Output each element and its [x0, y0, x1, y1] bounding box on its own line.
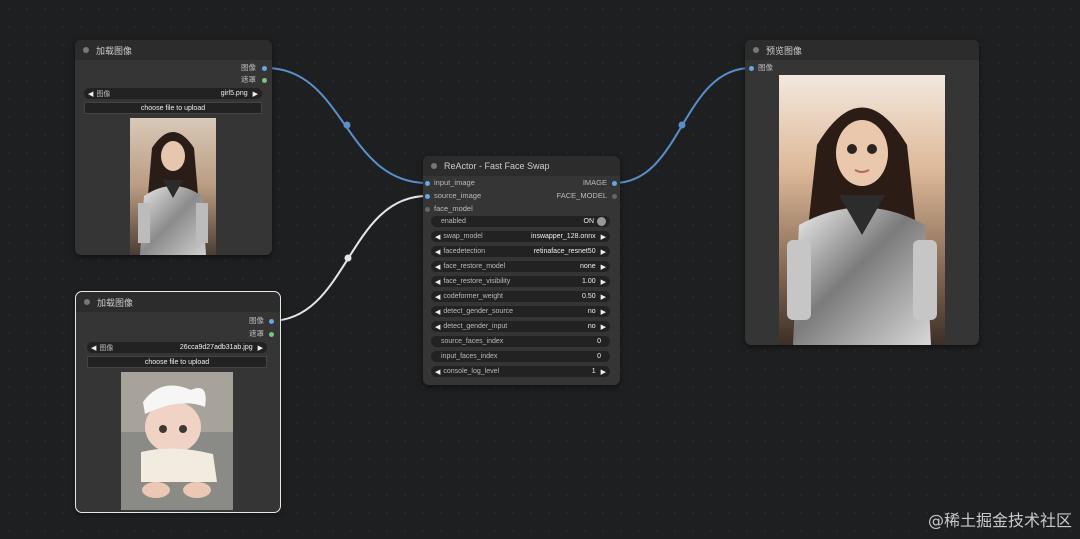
output-image-port-icon[interactable] — [269, 318, 274, 324]
output-mask-port-icon[interactable] — [269, 331, 274, 337]
arrow-left-icon[interactable]: ◀ — [435, 368, 440, 376]
node-title-bar[interactable]: 加载图像 — [76, 292, 280, 312]
output-image-slot[interactable]: IMAGE — [583, 177, 607, 189]
face-swapped-image — [779, 75, 945, 345]
arrow-right-icon[interactable]: ▶ — [601, 308, 606, 316]
arrow-right-icon[interactable]: ▶ — [601, 293, 606, 301]
input-image-port-icon[interactable] — [749, 65, 754, 71]
image-preview — [121, 372, 233, 510]
preview-output-image — [779, 75, 945, 345]
preview-image-node[interactable]: 预览图像 图像 — [745, 40, 979, 345]
wire-midpoint[interactable] — [344, 254, 352, 262]
source-image-slot[interactable]: source_image — [434, 190, 481, 202]
node-title-bar[interactable]: ReActor - Fast Face Swap — [423, 156, 620, 176]
input-faces-index-field[interactable]: input_faces_index 0 — [431, 351, 610, 362]
source-image-port-icon[interactable] — [425, 193, 430, 199]
enabled-toggle[interactable]: enabled ON — [431, 216, 610, 227]
reactor-node[interactable]: ReActor - Fast Face Swap input_image sou… — [423, 156, 620, 385]
arrow-right-icon[interactable]: ▶ — [601, 368, 606, 376]
node-title: 加载图像 — [96, 45, 133, 56]
output-mask-port-icon[interactable] — [262, 77, 267, 83]
face-restore-visibility-slider[interactable]: ◀ face_restore_visibility 1.00 ▶ — [431, 276, 610, 287]
detect-gender-input-combo[interactable]: ◀ detect_gender_input no ▶ — [431, 321, 610, 332]
wire-midpoint[interactable] — [678, 121, 686, 129]
choose-file-button[interactable]: choose file to upload — [84, 102, 262, 114]
input-image-port-icon[interactable] — [425, 180, 430, 186]
arrow-right-icon[interactable]: ▶ — [601, 323, 606, 331]
arrow-right-icon[interactable]: ▶ — [601, 278, 606, 286]
facedetection-combo[interactable]: ◀ facedetection retinaface_resnet50 ▶ — [431, 246, 610, 257]
face-restore-model-combo[interactable]: ◀ face_restore_model none ▶ — [431, 261, 610, 272]
node-title: ReActor - Fast Face Swap — [444, 161, 550, 171]
node-title-bar[interactable]: 预览图像 — [745, 40, 979, 60]
face-model-port-icon[interactable] — [425, 206, 430, 212]
arrow-left-icon[interactable]: ◀ — [88, 90, 93, 98]
watermark: @稀土掘金技术社区 — [927, 511, 1072, 530]
input-image-slot[interactable]: 图像 — [758, 62, 773, 74]
collapse-dot-icon[interactable] — [431, 163, 437, 169]
arrow-right-icon[interactable]: ▶ — [601, 263, 606, 271]
choose-file-button[interactable]: choose file to upload — [87, 356, 267, 368]
output-face-model-port-icon[interactable] — [612, 193, 617, 199]
image-select-combo[interactable]: ◀ 图像 girl5.png ▶ — [84, 88, 262, 99]
source-faces-index-field[interactable]: source_faces_index 0 — [431, 336, 610, 347]
output-image-port-icon[interactable] — [262, 65, 267, 71]
arrow-left-icon[interactable]: ◀ — [435, 278, 440, 286]
arrow-right-icon[interactable]: ▶ — [258, 344, 263, 352]
arrow-left-icon[interactable]: ◀ — [435, 308, 440, 316]
arrow-right-icon[interactable]: ▶ — [601, 248, 606, 256]
swap-model-combo[interactable]: ◀ swap_model inswapper_128.onnx ▶ — [431, 231, 610, 242]
toggle-knob-icon[interactable] — [597, 217, 606, 226]
load-image-node-1[interactable]: 加载图像 图像 遮罩 ◀ 图像 girl5.png ▶ choose file … — [75, 40, 272, 255]
arrow-left-icon[interactable]: ◀ — [91, 344, 96, 352]
arrow-left-icon[interactable]: ◀ — [435, 293, 440, 301]
collapse-dot-icon[interactable] — [84, 299, 90, 305]
arrow-right-icon[interactable]: ▶ — [253, 90, 258, 98]
image-select-combo[interactable]: ◀ 图像 26cca9d27adb31ab.jpg ▶ — [87, 342, 267, 353]
output-image-port-icon[interactable] — [612, 180, 617, 186]
node-title: 加载图像 — [97, 297, 134, 308]
arrow-left-icon[interactable]: ◀ — [435, 323, 440, 331]
node-title-bar[interactable]: 加载图像 — [75, 40, 272, 60]
arrow-left-icon[interactable]: ◀ — [435, 248, 440, 256]
face-model-slot[interactable]: face_model — [434, 203, 473, 215]
load-image-node-2[interactable]: 加载图像 图像 遮罩 ◀ 图像 26cca9d27adb31ab.jpg ▶ c… — [75, 291, 281, 513]
output-image[interactable]: 图像 — [241, 62, 256, 74]
baby-image — [121, 372, 233, 510]
output-mask[interactable]: 遮罩 — [241, 74, 256, 86]
collapse-dot-icon[interactable] — [83, 47, 89, 53]
output-mask[interactable]: 遮罩 — [249, 328, 264, 340]
wire-midpoint[interactable] — [343, 121, 351, 129]
detect-gender-source-combo[interactable]: ◀ detect_gender_source no ▶ — [431, 306, 610, 317]
output-face-model-slot[interactable]: FACE_MODEL — [557, 190, 607, 202]
collapse-dot-icon[interactable] — [753, 47, 759, 53]
node-title: 预览图像 — [766, 45, 803, 56]
arrow-left-icon[interactable]: ◀ — [435, 233, 440, 241]
arrow-right-icon[interactable]: ▶ — [601, 233, 606, 241]
input-image-slot[interactable]: input_image — [434, 177, 475, 189]
console-log-level-combo[interactable]: ◀ console_log_level 1 ▶ — [431, 366, 610, 377]
arrow-left-icon[interactable]: ◀ — [435, 263, 440, 271]
image-preview — [130, 118, 216, 255]
output-image[interactable]: 图像 — [249, 315, 264, 327]
armored-girl-image — [130, 118, 216, 255]
codeformer-weight-slider[interactable]: ◀ codeformer_weight 0.50 ▶ — [431, 291, 610, 302]
